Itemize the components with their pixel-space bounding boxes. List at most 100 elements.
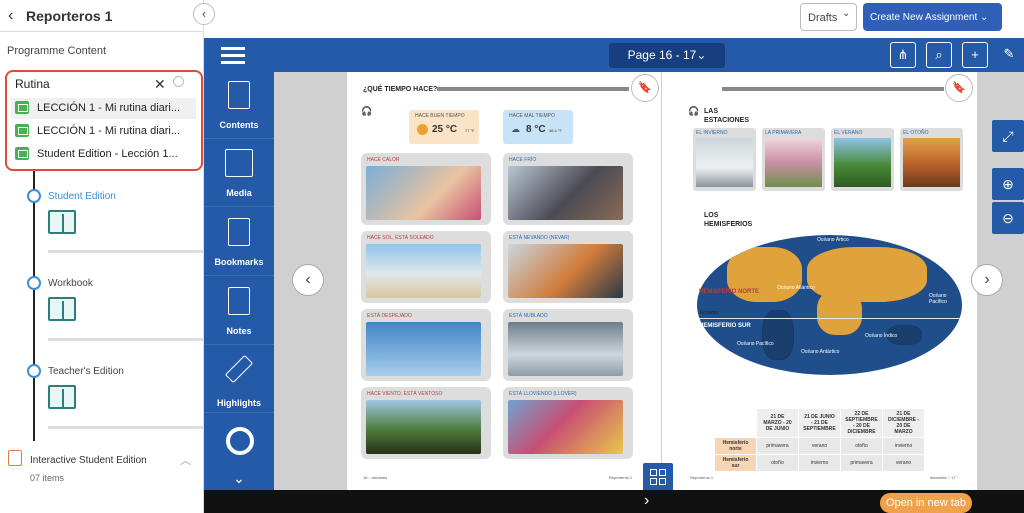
map-label: Océano Pacífico	[929, 293, 947, 305]
tree-item-workbook[interactable]: Workbook	[48, 278, 93, 289]
tree-line	[33, 171, 35, 441]
search-result[interactable]: LECCIÓN 1 - Mi rutina diari...	[11, 98, 196, 119]
item-count: 07 items	[30, 473, 65, 483]
sidebar-item-highlights[interactable]: Highlights	[204, 346, 274, 413]
previous-page-button[interactable]: ‹	[292, 264, 324, 296]
page-heading: ¿QUÉ TIEMPO HACE?	[363, 86, 438, 93]
progress-bar	[48, 338, 203, 341]
section-heading: LOS	[704, 212, 719, 219]
land-africa	[817, 290, 862, 335]
page-indicator: Page 16 - 17	[627, 48, 697, 62]
fullscreen-icon[interactable]: ⤢	[992, 120, 1024, 152]
lesson-icon	[15, 101, 29, 114]
section-heading: ESTACIONES	[704, 117, 749, 124]
sidebar-item-bookmarks[interactable]: Bookmarks	[204, 209, 274, 276]
card-label: HACE FRÍO	[509, 157, 537, 163]
sidebar-item-media[interactable]: Media	[204, 140, 274, 207]
photo	[508, 400, 623, 454]
collapse-panel-button[interactable]: ‹	[193, 3, 215, 25]
zoom-in-icon[interactable]: ⊕	[992, 168, 1024, 200]
highlight-pen-icon	[224, 354, 254, 384]
book-page-left: ¿QUÉ TIEMPO HACE? 🔖 🎧 HACE BUEN TIEMPO 2…	[347, 72, 661, 490]
photo	[508, 244, 623, 298]
programme-panel: ‹ Reporteros 1 Programme Content ✕ LECCI…	[0, 0, 204, 513]
photo	[765, 138, 822, 187]
weather-card: ESTÁ DESPEJADO	[361, 309, 491, 381]
heading-rule	[437, 87, 629, 91]
bookmarks-icon	[228, 218, 250, 246]
map-label: Océano Pacífico	[737, 341, 774, 347]
map-label: Ecuador	[700, 310, 719, 316]
reader-toolbar: Page 16 - 17⌄ ⋔ ⌕ + ✎	[204, 38, 1024, 72]
tree-item-teachers-edition[interactable]: Teacher's Edition	[48, 366, 124, 377]
bookmark-icon[interactable]: 🔖	[945, 74, 973, 102]
tree-node-icon	[27, 276, 41, 290]
book-icon[interactable]	[48, 210, 76, 234]
search-icon[interactable]	[173, 76, 184, 87]
table-header: 21 DE JUNIO - 21 DE SEPTIEMBRE	[798, 408, 841, 438]
chevron-down-icon[interactable]: ⌄	[842, 8, 850, 19]
card-label: HACE CALOR	[367, 157, 400, 163]
book-icon[interactable]	[48, 297, 76, 321]
sidebar-label: Contents	[219, 120, 259, 130]
search-result[interactable]: LECCIÓN 1 - Mi rutina diari...	[11, 121, 196, 142]
page-selector[interactable]: Page 16 - 17⌄	[609, 43, 725, 68]
table-cell: invierno	[882, 437, 925, 455]
table-cell: verano	[882, 454, 925, 472]
bad-weather-card: HACE MAL TIEMPO ☁ 8 °C 46.4 °F	[503, 110, 573, 144]
chevron-up-icon[interactable]: ︿	[180, 452, 191, 468]
good-weather-card: HACE BUEN TIEMPO 25 °C 77 °F	[409, 110, 479, 144]
chevron-down-icon[interactable]: ⌄	[226, 470, 252, 487]
table-header: 21 DE MARZO - 20 DE JUNIO	[756, 408, 799, 438]
share-icon[interactable]: ⋔	[890, 42, 916, 68]
sidebar-item-notes[interactable]: Notes	[204, 278, 274, 345]
progress-bar	[48, 426, 203, 429]
zoom-out-icon[interactable]: ⊖	[992, 202, 1024, 234]
season-label: EL INVIERNO	[696, 130, 728, 136]
card-label: ESTÁ DESPEJADO	[367, 313, 412, 319]
settings-gear-icon[interactable]	[226, 427, 254, 455]
temperature-sub: 77 °F	[465, 128, 475, 133]
chevron-right-icon[interactable]: ›	[644, 492, 649, 510]
pen-tools-icon[interactable]: ✎	[996, 42, 1022, 68]
weather-card: HACE FRÍO	[503, 153, 633, 225]
page-footer: diecisiete :: 17	[930, 475, 956, 480]
season-label: EL OTOÑO	[903, 130, 929, 136]
photo	[366, 166, 481, 220]
tree-item-student-edition[interactable]: Student Edition	[48, 191, 116, 202]
progress-bar	[48, 250, 203, 253]
interactive-student-edition[interactable]: Interactive Student Edition	[30, 455, 147, 466]
search-result[interactable]: Student Edition - Lección 1...	[11, 144, 196, 165]
open-in-new-tab-button[interactable]: Open in new tab	[880, 493, 972, 513]
next-page-button[interactable]: ›	[971, 264, 1003, 296]
table-header: 21 DE DICIEMBRE - 20 DE MARZO	[882, 408, 925, 438]
search-result-label: LECCIÓN 1 - Mi rutina diari...	[37, 125, 181, 137]
clear-icon[interactable]: ✕	[154, 76, 166, 93]
audio-icon[interactable]: 🎧	[688, 106, 699, 117]
thumbnail-grid-icon[interactable]	[643, 463, 673, 491]
book-icon[interactable]	[48, 385, 76, 409]
section-heading: HEMISFERIOS	[704, 221, 753, 228]
sidebar-label: Notes	[226, 326, 252, 336]
hamburger-menu-icon[interactable]	[221, 47, 245, 65]
card-label: HACE MAL TIEMPO	[509, 113, 555, 119]
season-label: EL VERANO	[834, 130, 863, 136]
back-icon[interactable]: ‹	[8, 7, 13, 25]
page-footer: Reporteros 1	[609, 475, 633, 480]
search-result-label: LECCIÓN 1 - Mi rutina diari...	[37, 102, 181, 114]
map-label: Océano Índico	[865, 333, 898, 339]
search-input[interactable]	[15, 77, 155, 91]
sidebar-item-contents[interactable]: Contents	[204, 72, 274, 139]
create-assignment-button[interactable]: Create New Assignment ⌄	[863, 3, 1002, 31]
notes-icon	[228, 287, 250, 315]
course-title: Reporteros 1	[26, 8, 113, 24]
add-page-icon[interactable]: +	[962, 42, 988, 68]
document-icon	[8, 450, 22, 466]
lesson-icon	[15, 124, 29, 137]
photo	[366, 400, 481, 454]
card-label: HACE VIENTO, ESTÁ VENTOSO	[367, 391, 443, 397]
card-label: ESTÁ LLOVIENDO (LLOVER)	[509, 391, 577, 397]
bookmark-icon[interactable]: 🔖	[631, 74, 659, 102]
audio-icon[interactable]: 🎧	[361, 106, 372, 117]
page-search-icon[interactable]: ⌕	[926, 42, 952, 68]
